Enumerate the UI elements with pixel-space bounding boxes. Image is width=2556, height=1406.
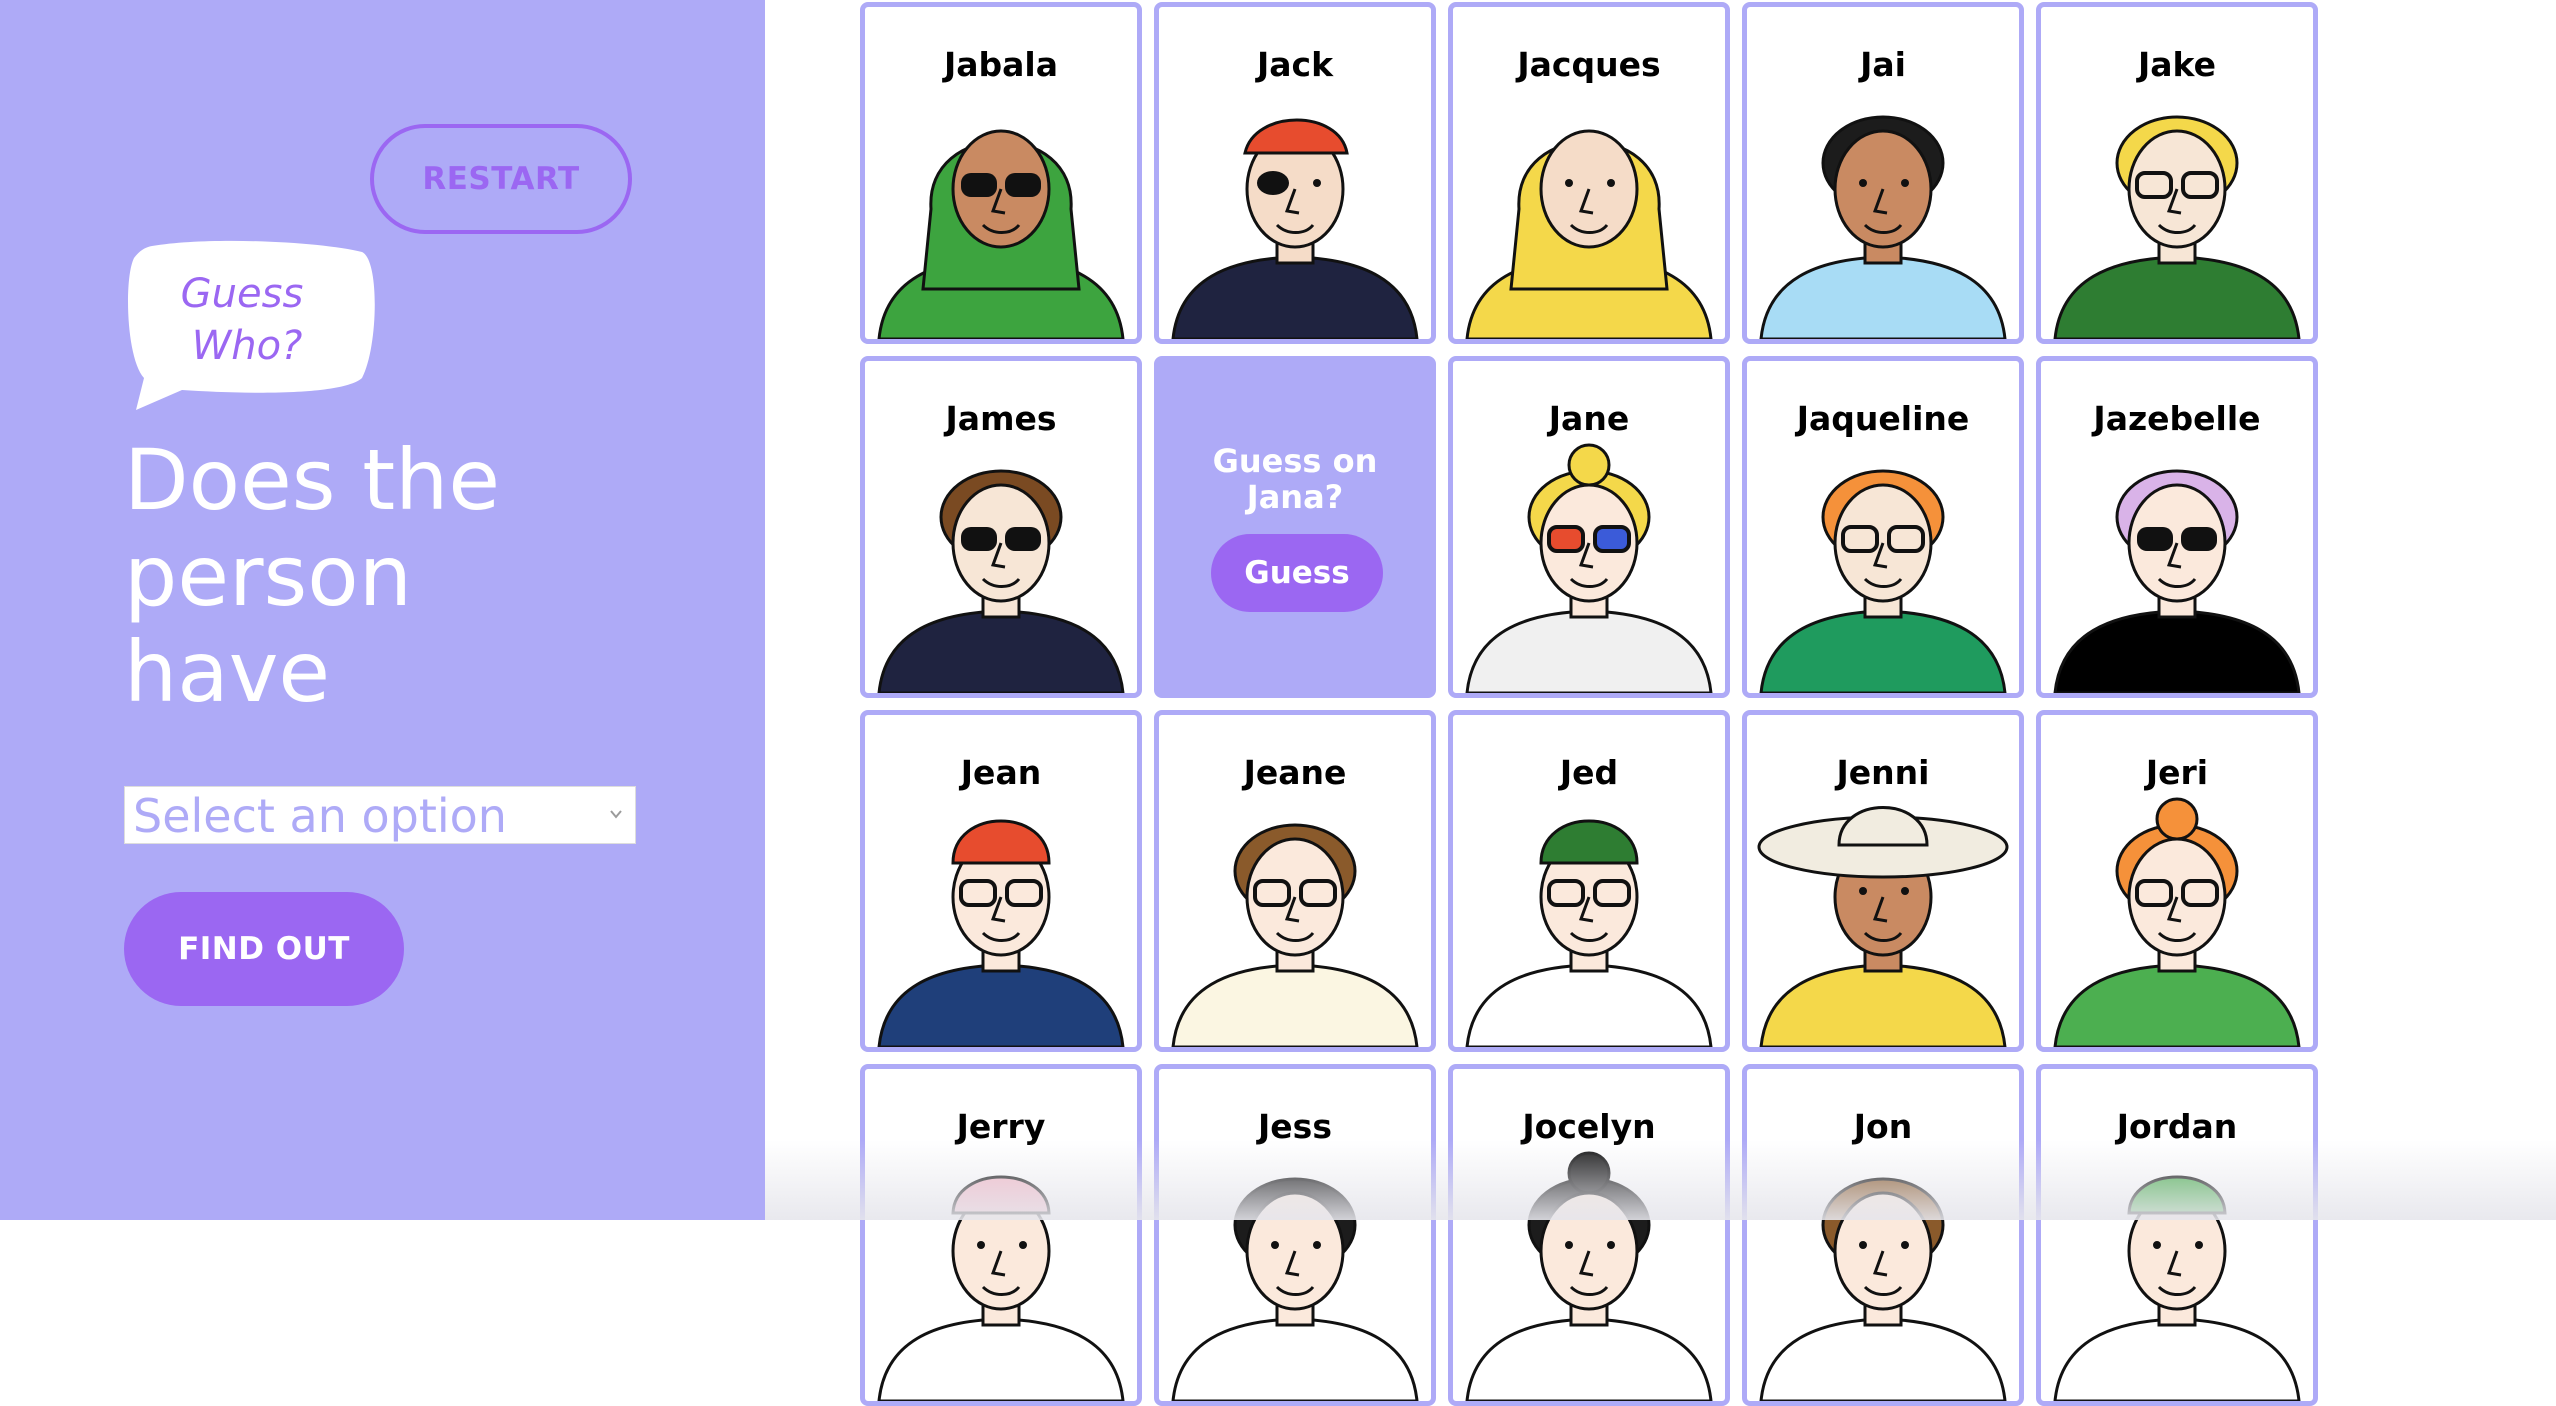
character-name: Jane (1548, 399, 1630, 438)
character-name: Jacques (1517, 45, 1661, 84)
character-card-jon[interactable]: Jon (1742, 1064, 2024, 1406)
jon-portrait-icon (1759, 1177, 2007, 1401)
character-name: Jerry (956, 1107, 1046, 1146)
guess-prompt-line-2: Jana? (1246, 478, 1344, 516)
character-name: Jed (1559, 753, 1619, 792)
character-name: Jon (1853, 1107, 1913, 1146)
jabala-portrait-icon (877, 129, 1125, 339)
character-card-jean[interactable]: Jean (860, 710, 1142, 1052)
character-card-jeane[interactable]: Jeane (1154, 710, 1436, 1052)
jaqueline-portrait-icon (1759, 469, 2007, 693)
question-line-3: have (124, 623, 331, 721)
question-line-2: person (124, 527, 412, 625)
character-card-jazebelle[interactable]: Jazebelle (2036, 356, 2318, 698)
jane-portrait-icon (1465, 443, 1713, 693)
jack-portrait-icon (1171, 118, 1419, 339)
character-card-jake[interactable]: Jake (2036, 2, 2318, 344)
character-card-jordan[interactable]: Jordan (2036, 1064, 2318, 1406)
character-name: Jazebelle (2093, 399, 2261, 438)
sidebar-panel: RESTART Guess Who? Does the person have … (0, 0, 765, 1220)
character-card-jacques[interactable]: Jacques (1448, 2, 1730, 344)
character-name: Jaqueline (1796, 399, 1970, 438)
logo-line-1: Guess (180, 271, 304, 317)
character-grid: Jabala Jack Jacques Jai Jake James Guess… (860, 2, 2320, 1406)
character-card-jack[interactable]: Jack (1154, 2, 1436, 344)
character-name: Jabala (943, 45, 1059, 84)
character-name: Jess (1258, 1107, 1332, 1146)
character-name: Jean (960, 753, 1042, 792)
character-card-james[interactable]: James (860, 356, 1142, 698)
character-card-jed[interactable]: Jed (1448, 710, 1730, 1052)
restart-button[interactable]: RESTART (370, 124, 632, 234)
jai-portrait-icon (1759, 115, 2007, 339)
character-name: Jocelyn (1522, 1107, 1656, 1146)
character-card-jocelyn[interactable]: Jocelyn (1448, 1064, 1730, 1406)
character-name: Jeane (1243, 753, 1347, 792)
attribute-select[interactable]: Select an option (124, 786, 636, 844)
flipped-card[interactable]: Guess on Jana? Guess (1154, 356, 1436, 698)
jordan-portrait-icon (2053, 1175, 2301, 1401)
character-name: Jack (1256, 45, 1334, 84)
character-card-jai[interactable]: Jai (1742, 2, 2024, 344)
jeri-portrait-icon (2053, 797, 2301, 1047)
character-name: Jenni (1836, 753, 1930, 792)
character-name: Jake (2138, 45, 2216, 84)
character-name: Jai (1860, 45, 1906, 84)
jess-portrait-icon (1171, 1177, 1419, 1401)
james-portrait-icon (877, 469, 1125, 693)
jean-portrait-icon (877, 819, 1125, 1047)
jed-portrait-icon (1465, 819, 1713, 1047)
chevron-down-icon (610, 810, 622, 819)
find-out-button[interactable]: FIND OUT (124, 892, 404, 1006)
jacques-portrait-icon (1465, 129, 1713, 339)
character-card-jane[interactable]: Jane (1448, 356, 1730, 698)
guess-button[interactable]: Guess (1211, 534, 1383, 612)
jake-portrait-icon (2053, 115, 2301, 339)
character-card-jerry[interactable]: Jerry (860, 1064, 1142, 1406)
select-placeholder: Select an option (133, 789, 507, 843)
logo-text: Guess Who? (142, 268, 342, 372)
guess-prompt: Guess on Jana? (1159, 443, 1431, 515)
logo-line-2: Who? (191, 323, 303, 369)
character-name: Jeri (2145, 753, 2209, 792)
character-card-jess[interactable]: Jess (1154, 1064, 1436, 1406)
guess-who-logo: Guess Who? (122, 238, 378, 414)
character-card-jaqueline[interactable]: Jaqueline (1742, 356, 2024, 698)
jazebelle-portrait-icon (2053, 469, 2301, 693)
character-card-jabala[interactable]: Jabala (860, 2, 1142, 344)
question-heading: Does the person have (124, 432, 684, 720)
guess-prompt-line-1: Guess on (1212, 442, 1378, 480)
character-card-jeri[interactable]: Jeri (2036, 710, 2318, 1052)
jenni-portrait-icon (1757, 806, 2009, 1047)
character-name: Jordan (2116, 1107, 2238, 1146)
character-card-jenni[interactable]: Jenni (1742, 710, 2024, 1052)
jerry-portrait-icon (877, 1175, 1125, 1401)
jocelyn-portrait-icon (1465, 1151, 1713, 1401)
jeane-portrait-icon (1171, 823, 1419, 1047)
question-line-1: Does the (124, 431, 501, 529)
character-name: James (945, 399, 1057, 438)
